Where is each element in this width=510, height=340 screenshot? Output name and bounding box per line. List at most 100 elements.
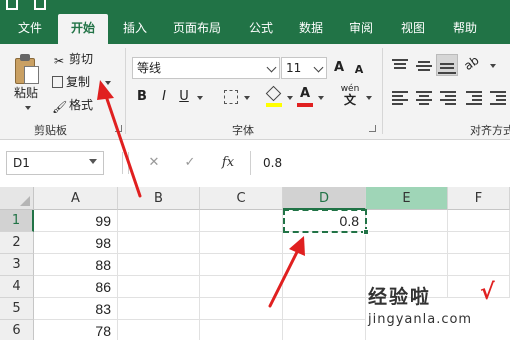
italic-button[interactable]: I bbox=[156, 87, 172, 107]
tab-insert[interactable]: 插入 bbox=[114, 14, 156, 42]
grid-cell[interactable] bbox=[200, 232, 283, 254]
grow-font-button[interactable]: A bbox=[332, 58, 346, 78]
column-header-d[interactable]: D bbox=[283, 187, 366, 210]
grid-cell[interactable] bbox=[283, 232, 366, 254]
cell-a1[interactable]: 99 bbox=[34, 210, 118, 232]
border-dropdown-icon[interactable] bbox=[244, 96, 250, 100]
grid-cell[interactable] bbox=[283, 298, 366, 320]
font-color-icon[interactable]: A bbox=[297, 86, 313, 108]
grid-cell[interactable] bbox=[283, 320, 366, 340]
tab-file[interactable]: 文件 bbox=[10, 14, 50, 42]
grid-cell[interactable] bbox=[200, 254, 283, 276]
fill-color-swatch bbox=[266, 103, 282, 107]
align-center-icon[interactable] bbox=[416, 91, 432, 105]
phonetic-icon[interactable]: wén 文 bbox=[338, 84, 362, 108]
font-launcher-icon[interactable] bbox=[369, 125, 376, 132]
font-size-select[interactable]: 11 bbox=[281, 57, 327, 79]
align-middle-icon[interactable] bbox=[416, 59, 432, 73]
grid-cell[interactable] bbox=[118, 210, 200, 232]
increase-indent-icon[interactable] bbox=[490, 91, 506, 105]
row-header-6[interactable]: 6 bbox=[0, 320, 34, 340]
orientation-icon[interactable]: ab bbox=[461, 53, 481, 73]
select-all-button[interactable] bbox=[0, 187, 34, 210]
grid-cell[interactable] bbox=[118, 320, 200, 340]
tab-formulas[interactable]: 公式 bbox=[240, 14, 282, 42]
fill-color-dropdown-icon[interactable] bbox=[287, 96, 293, 100]
grid-cell[interactable] bbox=[200, 210, 283, 232]
font-name-value: 等线 bbox=[137, 61, 162, 75]
font-name-select[interactable]: 等线 bbox=[132, 57, 280, 79]
name-box[interactable]: D1 bbox=[6, 151, 104, 175]
copy-button[interactable]: 复制 bbox=[52, 73, 90, 91]
formula-input[interactable]: 0.8 bbox=[250, 151, 510, 175]
fill-color-icon[interactable] bbox=[265, 85, 282, 107]
grid-cell[interactable] bbox=[118, 276, 200, 298]
grid-cell[interactable] bbox=[118, 254, 200, 276]
grid-cell[interactable] bbox=[448, 232, 510, 254]
grid-cell[interactable] bbox=[448, 210, 510, 232]
font-group-label: 字体 bbox=[232, 124, 254, 137]
column-header-c[interactable]: C bbox=[200, 187, 283, 210]
align-bottom-icon[interactable] bbox=[436, 54, 458, 76]
grid-cell[interactable] bbox=[118, 232, 200, 254]
group-divider bbox=[382, 48, 383, 134]
tab-home[interactable]: 开始 bbox=[58, 14, 108, 44]
paste-button-label[interactable]: 粘贴 bbox=[14, 84, 38, 102]
phonetic-dropdown-icon[interactable] bbox=[366, 96, 372, 100]
underline-button[interactable]: U bbox=[176, 87, 192, 107]
cancel-icon[interactable]: ✕ bbox=[144, 152, 164, 174]
grid-cell[interactable] bbox=[200, 320, 283, 340]
tab-review[interactable]: 审阅 bbox=[340, 14, 382, 42]
grid-cell[interactable] bbox=[366, 254, 448, 276]
paste-dropdown-icon[interactable] bbox=[25, 106, 31, 110]
grid-cell[interactable] bbox=[448, 254, 510, 276]
column-header-f[interactable]: F bbox=[448, 187, 510, 210]
cell-a6[interactable]: 78 bbox=[34, 320, 118, 340]
cut-button[interactable]: ✂ 剪切 bbox=[52, 50, 93, 68]
border-icon[interactable] bbox=[224, 90, 238, 104]
grid-cell[interactable] bbox=[366, 210, 448, 232]
insert-function-button[interactable]: fx bbox=[218, 152, 238, 174]
tab-data[interactable]: 数据 bbox=[290, 14, 332, 42]
enter-icon[interactable]: ✓ bbox=[180, 152, 200, 174]
column-header-e[interactable]: E bbox=[366, 187, 448, 210]
tab-help[interactable]: 帮助 bbox=[444, 14, 486, 42]
font-color-dropdown-icon[interactable] bbox=[318, 96, 324, 100]
grow-font-label: A bbox=[333, 60, 345, 75]
bold-button[interactable]: B bbox=[134, 87, 150, 107]
row-header-3[interactable]: 3 bbox=[0, 254, 34, 276]
orientation-dropdown-icon[interactable] bbox=[490, 64, 496, 68]
grid-cell[interactable] bbox=[366, 232, 448, 254]
grid-cell[interactable] bbox=[200, 276, 283, 298]
formula-bar: D1 ✕ ✓ fx 0.8 bbox=[0, 140, 510, 187]
row-header-1[interactable]: 1 bbox=[0, 210, 34, 232]
fill-handle[interactable] bbox=[363, 229, 369, 235]
cell-a2[interactable]: 98 bbox=[34, 232, 118, 254]
tab-view[interactable]: 视图 bbox=[392, 14, 434, 42]
decrease-indent-icon[interactable] bbox=[466, 91, 482, 105]
row-header-2[interactable]: 2 bbox=[0, 232, 34, 254]
tab-page-layout[interactable]: 页面布局 bbox=[162, 14, 232, 42]
cell-a3[interactable]: 88 bbox=[34, 254, 118, 276]
format-painter-button[interactable]: 🖌 格式 bbox=[52, 96, 93, 114]
clipboard-launcher-icon[interactable] bbox=[115, 125, 122, 132]
row-header-4[interactable]: 4 bbox=[0, 276, 34, 298]
cell-a5[interactable]: 83 bbox=[34, 298, 118, 320]
grid-cell[interactable] bbox=[200, 298, 283, 320]
column-header-a[interactable]: A bbox=[34, 187, 118, 210]
row-header-5[interactable]: 5 bbox=[0, 298, 34, 320]
align-top-icon[interactable] bbox=[392, 59, 408, 73]
align-right-icon[interactable] bbox=[440, 91, 456, 105]
copy-dropdown-icon[interactable] bbox=[105, 81, 111, 85]
align-left-icon[interactable] bbox=[392, 91, 408, 105]
grid-cell[interactable] bbox=[118, 298, 200, 320]
shrink-font-button[interactable]: A bbox=[352, 60, 366, 80]
paste-icon[interactable] bbox=[15, 54, 41, 84]
quick-access-icon[interactable] bbox=[34, 0, 46, 10]
underline-dropdown-icon[interactable] bbox=[197, 96, 203, 100]
grid-cell[interactable] bbox=[283, 254, 366, 276]
quick-access-icon[interactable] bbox=[6, 0, 18, 10]
cell-a4[interactable]: 86 bbox=[34, 276, 118, 298]
column-header-b[interactable]: B bbox=[118, 187, 200, 210]
grid-cell[interactable] bbox=[283, 276, 366, 298]
